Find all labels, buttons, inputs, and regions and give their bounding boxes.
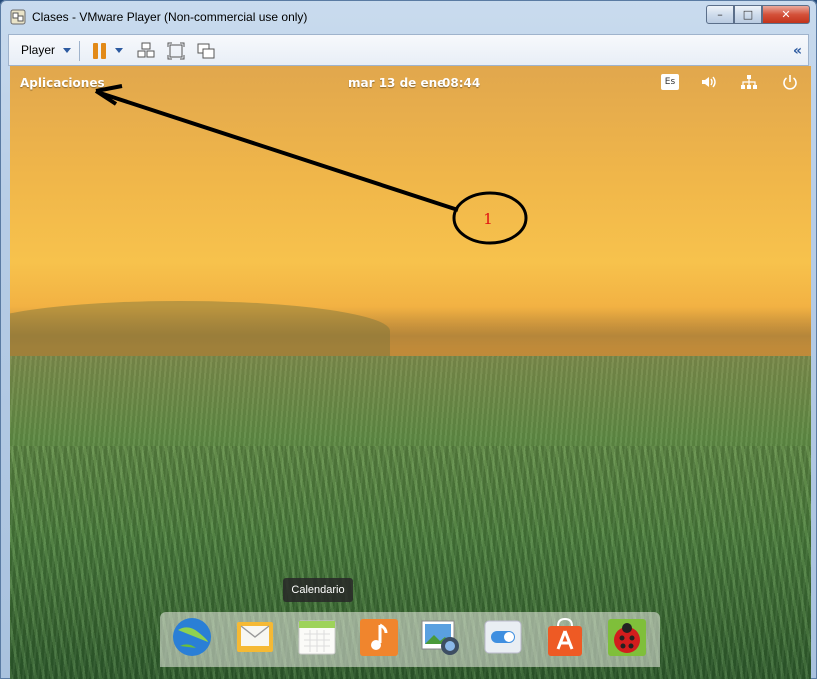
photos-icon[interactable] — [420, 616, 462, 658]
browser-icon[interactable] — [171, 616, 213, 658]
bug-report-icon[interactable] — [606, 616, 648, 658]
pause-icon[interactable] — [93, 43, 107, 59]
calendar-icon[interactable] — [296, 616, 338, 658]
panel-time[interactable]: 08:44 — [442, 76, 480, 90]
guest-desktop[interactable]: Aplicaciones mar 13 de ene 08:44 Es — [10, 66, 811, 679]
window-title: Clases - VMware Player (Non-commercial u… — [32, 10, 308, 24]
fullscreen-icon[interactable] — [167, 42, 185, 60]
vmware-app-icon — [10, 9, 26, 25]
volume-icon[interactable] — [700, 73, 718, 91]
send-ctrl-alt-del-icon[interactable] — [137, 42, 155, 60]
collapse-toolbar-button[interactable]: « — [793, 43, 802, 59]
maximize-button[interactable]: □ — [734, 5, 762, 24]
minimize-button[interactable]: – — [706, 5, 734, 24]
app-center-icon[interactable] — [544, 616, 586, 658]
toolbar-divider — [79, 41, 80, 61]
close-button[interactable]: ✕ — [762, 5, 810, 24]
chevron-down-icon[interactable] — [63, 48, 71, 53]
guest-top-panel: Aplicaciones mar 13 de ene 08:44 Es — [10, 66, 811, 100]
vmware-toolbar: Player « — [8, 34, 809, 66]
unity-mode-icon[interactable] — [197, 42, 215, 60]
music-icon[interactable] — [358, 616, 400, 658]
title-bar[interactable]: Clases - VMware Player (Non-commercial u… — [0, 0, 817, 34]
wallpaper-hill — [10, 301, 390, 361]
keyboard-layout-indicator[interactable]: Es — [661, 74, 679, 90]
vmware-window: Clases - VMware Player (Non-commercial u… — [0, 0, 817, 679]
player-menu-button[interactable]: Player — [21, 43, 55, 57]
mail-icon[interactable] — [234, 616, 276, 658]
chevron-down-icon[interactable] — [115, 48, 123, 53]
applications-menu[interactable]: Aplicaciones — [20, 76, 105, 90]
panel-date[interactable]: mar 13 de ene — [348, 76, 445, 90]
settings-toggle-icon[interactable] — [482, 616, 524, 658]
power-icon[interactable] — [781, 73, 799, 91]
dock-tooltip: Calendario — [283, 578, 353, 602]
network-icon[interactable] — [740, 73, 758, 91]
